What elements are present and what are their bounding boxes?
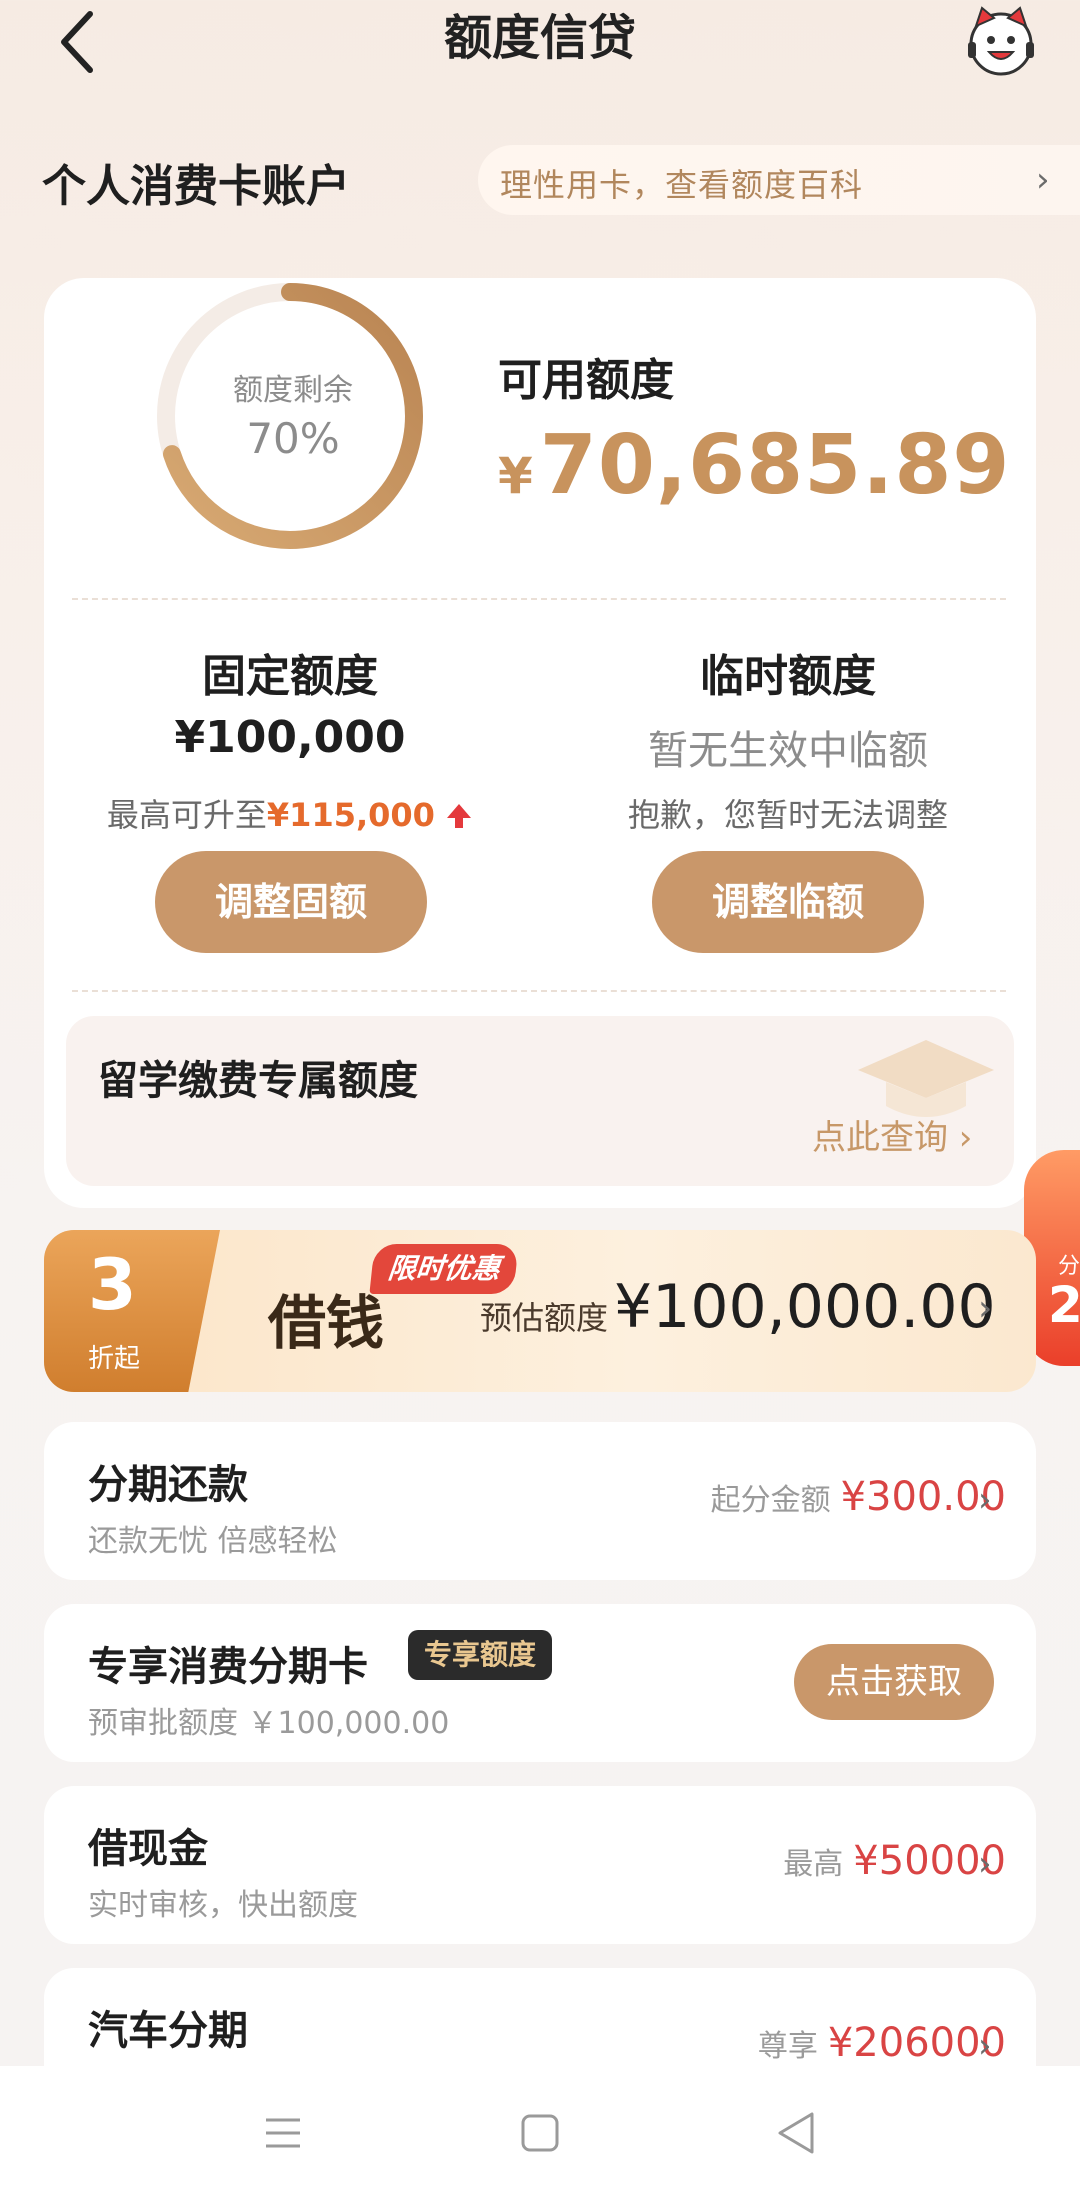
discount-unit: 折起 xyxy=(88,1344,141,1374)
notice-text[interactable]: 理性用卡，查看额度百科 xyxy=(500,160,863,206)
estimate-label: 预估额度 xyxy=(480,1299,609,1337)
borrow-title: 借钱 xyxy=(268,1289,385,1357)
account-title: 个人消费卡账户 xyxy=(42,161,350,212)
floating-badge-number: 2 xyxy=(1048,1276,1080,1334)
chevron-right-icon[interactable]: › xyxy=(978,2026,992,2066)
limited-offer-tag: 限时优惠 xyxy=(369,1244,519,1294)
menu-icon[interactable] xyxy=(258,2108,308,2158)
list-item-title: 借现金 xyxy=(88,1826,208,1872)
chevron-right-icon[interactable]: › xyxy=(978,1288,992,1329)
temp-credit-status: 暂无生效中临额 xyxy=(648,728,928,774)
list-item-right: 尊享 ¥206000 xyxy=(758,2020,1006,2066)
page-title: 额度信贷 xyxy=(443,10,636,66)
arrow-up-icon xyxy=(447,804,472,828)
upgrade-amount: ¥115,000 xyxy=(266,796,435,834)
chevron-right-icon[interactable]: › xyxy=(978,1480,992,1520)
list-item-title: 分期还款 xyxy=(88,1462,248,1508)
fixed-credit-upgrade: 最高可升至¥115,000 xyxy=(40,790,540,836)
divider xyxy=(72,990,1006,992)
study-abroad-title: 留学缴费专属额度 xyxy=(98,1058,418,1104)
list-item-right: 起分金额 ¥300.00 xyxy=(711,1474,1006,1520)
adjust-fixed-button[interactable]: 调整固额 xyxy=(155,851,427,953)
list-item-title: 汽车分期 xyxy=(88,2008,248,2054)
right-label: 尊享 xyxy=(757,2029,818,2064)
temp-credit-title: 临时额度 xyxy=(700,651,876,702)
available-amount-value: 70,685.89 xyxy=(539,418,1011,513)
temp-credit-note: 抱歉，您暂时无法调整 xyxy=(627,796,948,834)
exclusive-credit-tag: 专享额度 xyxy=(408,1630,553,1680)
fixed-credit-title: 固定额度 xyxy=(202,651,378,702)
divider xyxy=(72,598,1006,600)
upgrade-prefix: 最高可升至 xyxy=(106,796,267,834)
fixed-credit-amount: ¥100,000 xyxy=(174,712,406,763)
list-item-subtitle: 预审批额度 ￥100,000.00 xyxy=(88,1706,450,1741)
chevron-right-icon[interactable]: › xyxy=(978,1844,992,1884)
home-icon[interactable] xyxy=(515,2108,565,2158)
ring-percent: 70% xyxy=(246,414,340,463)
study-abroad-query-link[interactable]: 点此查询 › xyxy=(812,1110,972,1159)
right-label: 起分金额 xyxy=(710,1483,831,1518)
list-item-right: 最高 ¥50000 xyxy=(783,1838,1006,1884)
discount-number: 3 xyxy=(88,1244,137,1326)
available-credit-amount: ¥70,685.89 xyxy=(498,418,1011,513)
available-credit-label: 可用额度 xyxy=(498,355,674,406)
back-triangle-icon[interactable] xyxy=(772,2108,822,2158)
ring-label: 额度剩余 xyxy=(233,373,353,408)
mascot-icon[interactable] xyxy=(962,2,1040,80)
list-item-title: 专享消费分期卡 xyxy=(88,1644,368,1690)
list-item-subtitle: 实时审核，快出额度 xyxy=(88,1888,358,1923)
right-label: 最高 xyxy=(783,1847,844,1882)
list-item-subtitle: 还款无忧 倍感轻松 xyxy=(88,1524,338,1559)
currency-symbol: ¥ xyxy=(498,447,534,505)
estimate-amount: ¥100,000.00 xyxy=(614,1272,996,1342)
adjust-temp-button[interactable]: 调整临额 xyxy=(652,851,924,953)
chevron-right-icon[interactable]: › xyxy=(1036,160,1050,200)
get-now-button[interactable]: 点击获取 xyxy=(794,1644,994,1720)
